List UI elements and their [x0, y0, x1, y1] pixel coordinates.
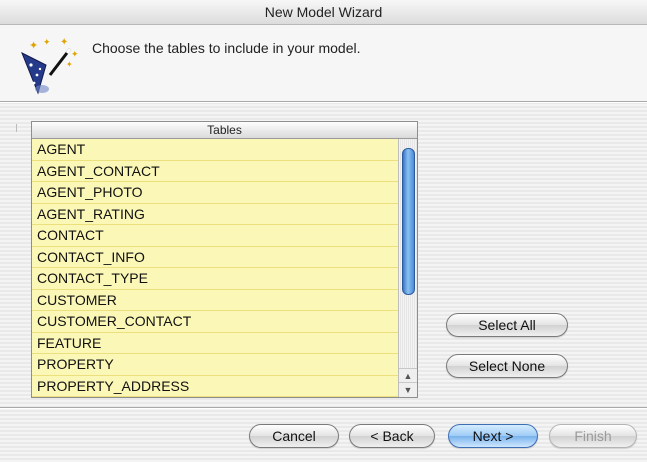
- select-all-button[interactable]: Select All: [446, 313, 568, 337]
- header-divider: [0, 101, 647, 103]
- table-row[interactable]: CUSTOMER: [32, 290, 398, 311]
- table-row[interactable]: CONTACT_TYPE: [32, 268, 398, 290]
- window-title-bar: New Model Wizard: [0, 0, 647, 25]
- table-row[interactable]: AGENT_CONTACT: [32, 161, 398, 182]
- svg-text:✦: ✦: [29, 39, 38, 52]
- table-row[interactable]: PROPERTY: [32, 354, 398, 376]
- next-button[interactable]: Next >: [448, 424, 538, 448]
- divider-tick: [16, 124, 17, 132]
- footer-divider: [0, 407, 647, 409]
- scroll-up-arrow-icon[interactable]: ▲: [399, 368, 417, 383]
- table-row[interactable]: AGENT_PHOTO: [32, 182, 398, 204]
- scroll-down-arrow-icon[interactable]: ▼: [399, 382, 417, 397]
- tables-scrollbar[interactable]: ▲ ▼: [398, 139, 417, 397]
- cancel-button[interactable]: Cancel: [249, 424, 339, 448]
- tables-rows: AGENT AGENT_CONTACT AGENT_PHOTO AGENT_RATIN…: [32, 139, 398, 397]
- back-button[interactable]: < Back: [349, 424, 435, 448]
- svg-text:✦: ✦: [66, 60, 73, 69]
- table-row[interactable]: AGENT_RATING: [32, 204, 398, 225]
- wizard-prompt: Choose the tables to include in your mod…: [92, 40, 361, 56]
- tables-column-header[interactable]: Tables: [32, 122, 417, 139]
- select-none-button[interactable]: Select None: [446, 354, 568, 378]
- finish-button: Finish: [549, 424, 637, 448]
- svg-text:✦: ✦: [43, 38, 51, 48]
- svg-text:✦: ✦: [60, 37, 68, 48]
- wizard-header: ✦ ✦ ✦ ✦ ✦ Choose the tables to include i…: [0, 25, 647, 101]
- table-row[interactable]: CONTACT: [32, 225, 398, 247]
- table-row[interactable]: AGENT: [32, 139, 398, 161]
- table-row[interactable]: FEATURE: [32, 333, 398, 354]
- table-row[interactable]: PROPERTY_ADDRESS: [32, 376, 398, 397]
- table-row[interactable]: CUSTOMER_CONTACT: [32, 311, 398, 333]
- scrollbar-thumb[interactable]: [402, 148, 415, 295]
- table-row[interactable]: CONTACT_INFO: [32, 247, 398, 268]
- window-title: New Model Wizard: [264, 4, 383, 20]
- svg-text:✦: ✦: [71, 50, 79, 60]
- tables-list[interactable]: Tables AGENT AGENT_CONTACT AGENT_PHOTO AGEN…: [31, 121, 418, 398]
- wizard-hat-wand-icon: ✦ ✦ ✦ ✦ ✦: [21, 37, 79, 95]
